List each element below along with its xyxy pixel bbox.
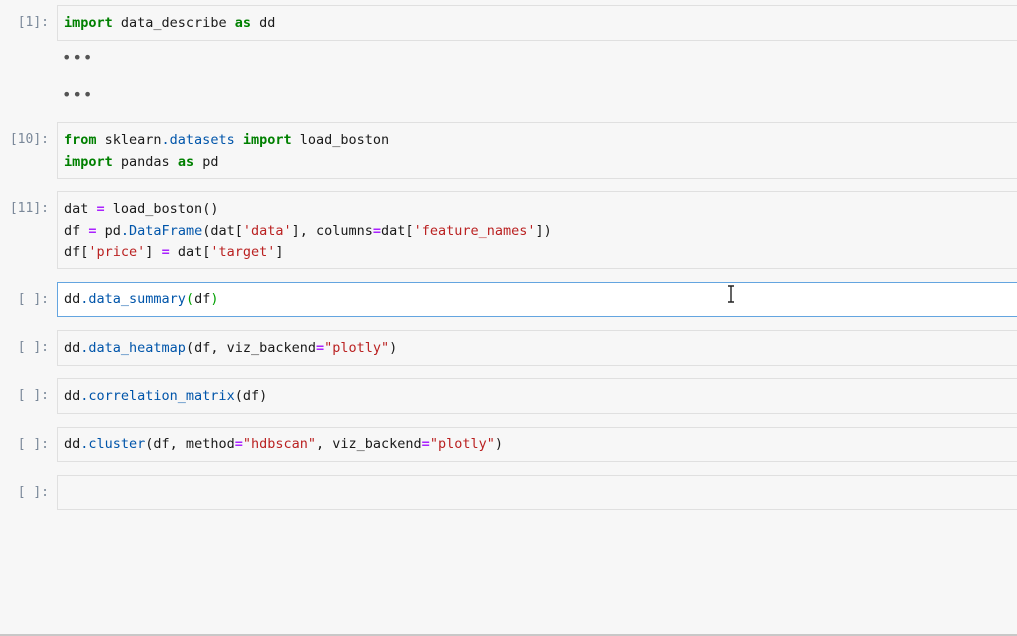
notebook: [1]: import data_describe as dd ••• ••• …: [0, 0, 1017, 634]
cell-prompt: [ ]:: [17, 437, 49, 452]
cell-prompt: [ ]:: [17, 340, 49, 355]
cell-code[interactable]: dat = load_boston() df = pd.DataFrame(da…: [64, 199, 552, 264]
cell-code[interactable]: dd.data_summary(df): [64, 289, 218, 311]
cell-code[interactable]: from sklearn.datasets import load_boston…: [64, 130, 389, 173]
cell-prompt: [11]:: [9, 201, 49, 216]
code-cell[interactable]: dat = load_boston() df = pd.DataFrame(da…: [57, 191, 1017, 269]
cell-code[interactable]: dd.correlation_matrix(df): [64, 386, 267, 408]
cell-prompt: [ ]:: [17, 292, 49, 307]
cell-code[interactable]: import data_describe as dd: [64, 13, 275, 35]
cell-prompt: [1]:: [17, 15, 49, 30]
cell-prompt: [ ]:: [17, 485, 49, 500]
code-cell-active[interactable]: dd.data_summary(df): [57, 282, 1017, 317]
cell-prompt: [ ]:: [17, 388, 49, 403]
text-cursor-icon: [728, 285, 734, 303]
cell-prompt: [10]:: [9, 132, 49, 147]
collapsed-output[interactable]: •••: [62, 48, 93, 67]
code-cell[interactable]: dd.correlation_matrix(df): [57, 378, 1017, 414]
code-cell[interactable]: dd.data_heatmap(df, viz_backend="plotly"…: [57, 330, 1017, 366]
code-cell[interactable]: from sklearn.datasets import load_boston…: [57, 122, 1017, 179]
code-cell-empty[interactable]: [57, 475, 1017, 510]
cell-code[interactable]: dd.data_heatmap(df, viz_backend="plotly"…: [64, 338, 397, 360]
code-cell[interactable]: dd.cluster(df, method="hdbscan", viz_bac…: [57, 427, 1017, 462]
code-cell[interactable]: import data_describe as dd: [57, 5, 1017, 41]
cell-code[interactable]: dd.cluster(df, method="hdbscan", viz_bac…: [64, 434, 503, 456]
collapsed-output[interactable]: •••: [62, 85, 93, 104]
